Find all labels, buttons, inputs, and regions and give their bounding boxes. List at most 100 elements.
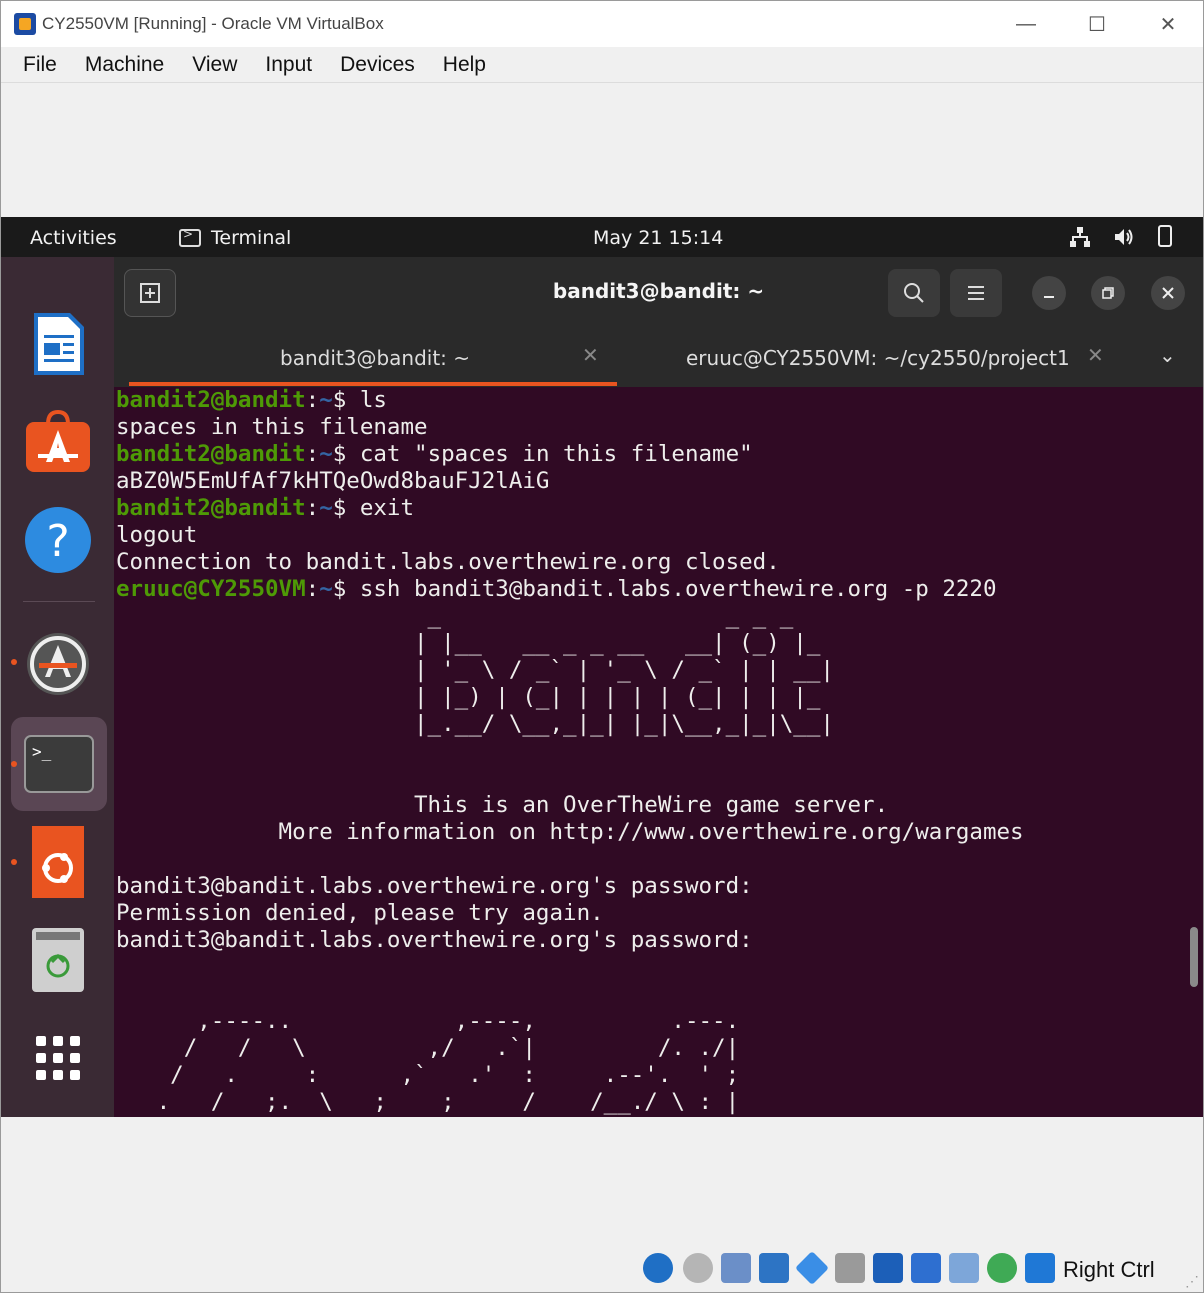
prompt-path: ~ [319, 576, 333, 602]
terminal-window: bandit3@bandit: ~ bandit3@bandit: ~ ✕ er… [114, 257, 1203, 1117]
terminal-line: bandit2@bandit:~$ exit [116, 495, 1190, 522]
optical-drive-icon[interactable] [683, 1253, 713, 1283]
virtualbox-window: CY2550VM [Running] - Oracle VM VirtualBo… [0, 0, 1204, 1293]
terminal-line: |_.__/ \__,_|_| |_|\__,_|_|\__| [116, 711, 834, 737]
search-icon [904, 283, 924, 303]
terminal-close-button[interactable] [1151, 276, 1185, 310]
network-adapter-icon[interactable] [759, 1253, 789, 1283]
app-menu[interactable]: Terminal [179, 227, 291, 249]
title-bar[interactable]: CY2550VM [Running] - Oracle VM VirtualBo… [1, 1, 1203, 47]
ubuntu-dock: ? >_ [1, 257, 114, 1117]
command-text: $ ssh bandit3@bandit.labs.overthewire.or… [332, 576, 997, 602]
keyboard-capture-icon[interactable] [1025, 1253, 1055, 1283]
terminal-line: / . : ,` .' : .--'. ' ; [116, 1062, 740, 1088]
battery-icon[interactable] [1158, 225, 1172, 247]
terminal-line: aBZ0W5EmUfAf7kHTQeOwd8bauFJ2lAiG [116, 468, 550, 494]
maximize-button[interactable]: ☐ [1062, 1, 1132, 47]
scrollbar[interactable] [1190, 927, 1198, 987]
prompt-user: bandit2@bandit [116, 495, 306, 521]
status-bar: Right Ctrl ⋰ [1, 1117, 1203, 1292]
tab-label: bandit3@bandit: ~ [280, 346, 471, 370]
terminal-line: eruuc@CY2550VM:~$ ssh bandit3@bandit.lab… [116, 576, 1190, 603]
dock-libreoffice-writer[interactable] [23, 309, 93, 379]
vt-x-icon[interactable] [949, 1253, 979, 1283]
close-button[interactable]: ✕ [1133, 1, 1203, 47]
running-indicator [11, 761, 17, 767]
dock-trash[interactable] [23, 925, 93, 995]
dock-software-updater[interactable] [23, 629, 93, 699]
terminal-minimize-button[interactable] [1032, 276, 1066, 310]
terminal-output[interactable]: bandit2@bandit:~$ ls spaces in this filen… [116, 387, 1190, 1117]
tab-label: eruuc@CY2550VM: ~/cy2550/project1 [686, 346, 1070, 370]
prompt-user: bandit2@bandit [116, 387, 306, 413]
command-text: $ cat "spaces in this filename" [332, 441, 753, 467]
dock-ubuntu[interactable] [23, 826, 93, 898]
tab-bandit3[interactable]: bandit3@bandit: ~ [280, 329, 470, 387]
audio-icon[interactable] [721, 1253, 751, 1283]
app-menu-label: Terminal [211, 227, 292, 249]
terminal-line: | |__ __ _ _ __ __| (_) |_ [116, 630, 834, 656]
guest-additions-icon[interactable] [987, 1253, 1017, 1283]
shared-folders-icon[interactable] [835, 1253, 865, 1283]
vm-display-margin [1, 83, 1203, 217]
recording-icon[interactable] [911, 1253, 941, 1283]
trash-icon [32, 928, 84, 992]
display-icon[interactable] [873, 1253, 903, 1283]
resize-grip[interactable]: ⋰ [1185, 1273, 1199, 1290]
terminal-line: / / \ ,/ .`| /. ./| [116, 1035, 740, 1061]
virtualbox-icon [14, 13, 36, 35]
tab-eruuc[interactable]: eruuc@CY2550VM: ~/cy2550/project1 [686, 329, 1070, 387]
terminal-icon [179, 227, 201, 247]
terminal-line: logout [116, 522, 198, 548]
terminal-header[interactable]: bandit3@bandit: ~ [114, 257, 1203, 329]
tab-close-icon[interactable]: ✕ [582, 343, 599, 367]
terminal-line: Connection to bandit.labs.overthewire.or… [116, 549, 780, 575]
svg-text:>_: >_ [32, 742, 52, 761]
tab-close-icon[interactable]: ✕ [1087, 343, 1104, 367]
dock-show-apps[interactable] [23, 1023, 93, 1093]
menu-devices[interactable]: Devices [326, 53, 429, 77]
volume-icon[interactable] [1113, 226, 1135, 248]
gnome-top-bar: Activities Terminal May 21 15:14 [1, 217, 1203, 257]
prompt-separator: : [305, 495, 320, 521]
terminal-line: bandit3@bandit.labs.overthewire.org's pa… [116, 927, 753, 953]
menu-input[interactable]: Input [251, 53, 326, 77]
network-icon[interactable] [1069, 226, 1091, 248]
menu-view[interactable]: View [178, 53, 251, 77]
ubuntu-icon [32, 826, 84, 898]
app-store-icon [26, 410, 90, 472]
hard-disk-icon[interactable] [643, 1253, 673, 1283]
terminal-line: . / ;. \ ; ; / /__./ \ : | [116, 1089, 740, 1115]
clock[interactable]: May 21 15:14 [593, 227, 723, 249]
search-button[interactable] [888, 269, 940, 317]
usb-icon[interactable] [795, 1251, 829, 1285]
terminal-restore-button[interactable] [1091, 276, 1125, 310]
hamburger-icon [968, 286, 984, 300]
prompt-user: bandit2@bandit [116, 441, 306, 467]
dock-software-center[interactable] [23, 407, 93, 477]
vm-display[interactable]: Activities Terminal May 21 15:14 [1, 217, 1203, 1117]
terminal-line: bandit2@bandit:~$ cat "spaces in this fi… [116, 441, 1190, 468]
dock-terminal[interactable]: >_ [11, 717, 107, 811]
menu-machine[interactable]: Machine [71, 53, 178, 77]
prompt-path: ~ [319, 387, 333, 413]
dock-help[interactable]: ? [23, 505, 93, 575]
updater-icon [27, 633, 89, 695]
help-icon: ? [25, 507, 91, 573]
menu-bar: File Machine View Input Devices Help [1, 47, 1203, 83]
command-text: $ ls [332, 387, 387, 413]
prompt-user: eruuc@CY2550VM [116, 576, 306, 602]
menu-help[interactable]: Help [429, 53, 500, 77]
chevron-down-icon[interactable]: ⌄ [1159, 343, 1176, 367]
menu-button[interactable] [950, 269, 1002, 317]
window-title: CY2550VM [Running] - Oracle VM VirtualBo… [42, 14, 384, 33]
tab-bar: bandit3@bandit: ~ ✕ eruuc@CY2550VM: ~/cy… [114, 329, 1203, 387]
minimize-button[interactable]: — [991, 1, 1061, 47]
menu-file[interactable]: File [9, 53, 71, 77]
terminal-line: | |_) | (_| | | | | (_| | | |_ [116, 684, 834, 710]
activities-button[interactable]: Activities [30, 227, 117, 249]
svg-text:?: ? [46, 516, 69, 567]
